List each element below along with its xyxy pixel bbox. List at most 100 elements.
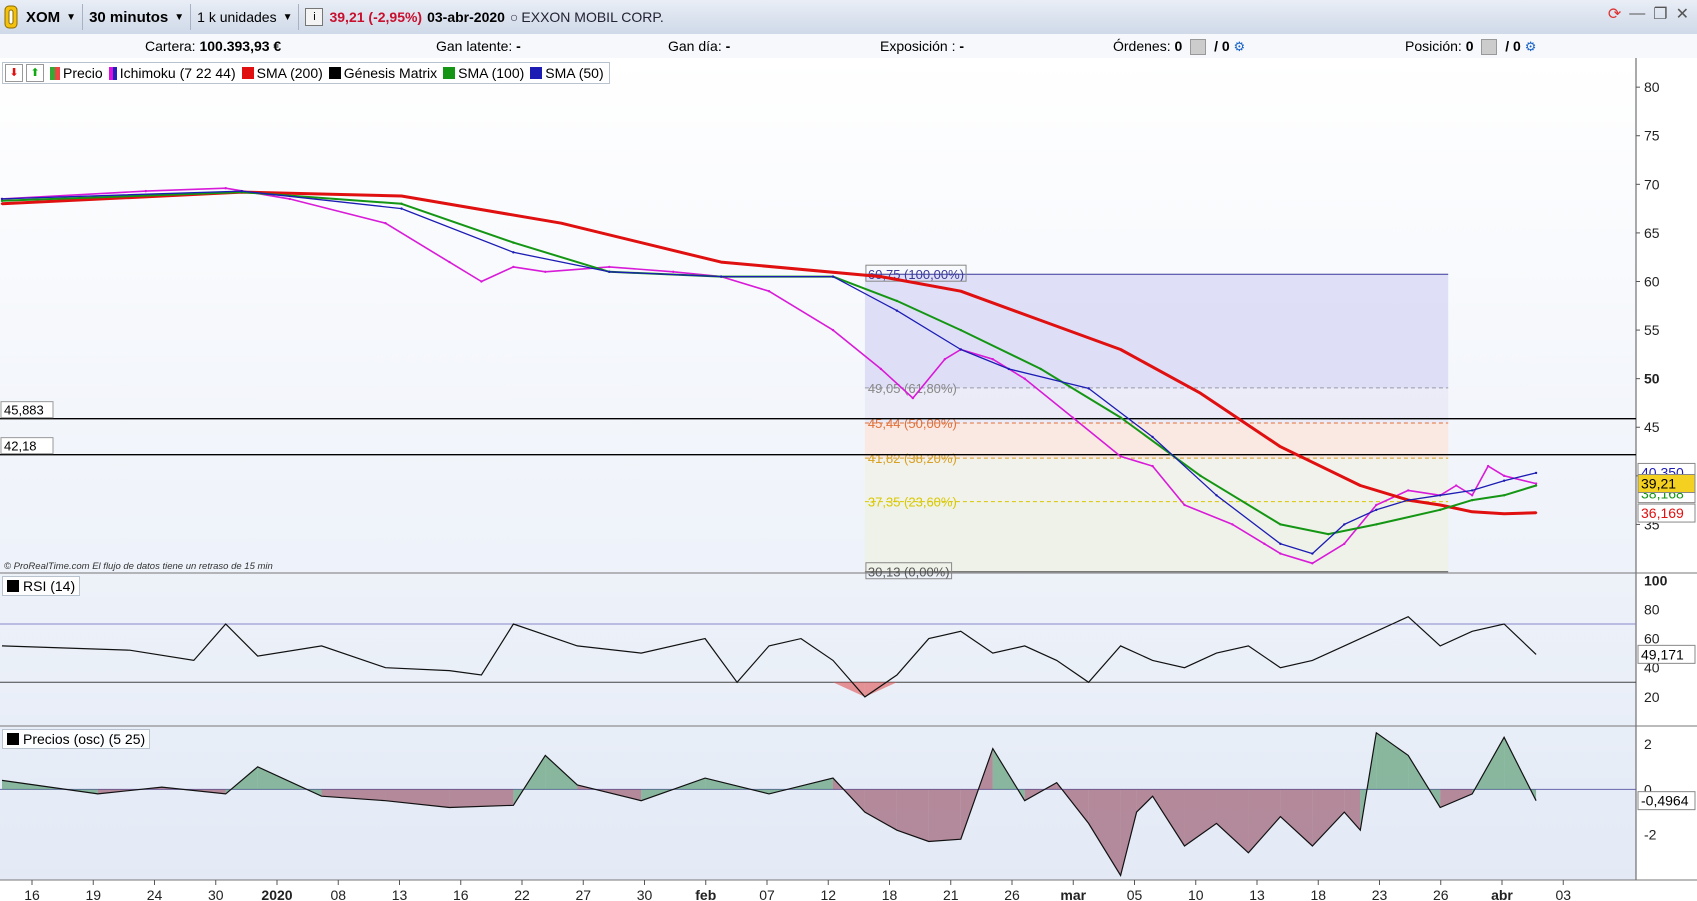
fib-zone: [864, 501, 1449, 572]
osc-legend: Precios (osc) (5 25): [2, 729, 151, 749]
rsi-tick-label: 80: [1644, 601, 1660, 617]
cancel-orders-icon[interactable]: [1190, 39, 1207, 56]
main-legend: ⬇ ⬆ Precio Ichimoku (7 22 44) SMA (200) …: [2, 62, 610, 84]
data-point: [448, 260, 451, 264]
cartera-field: Cartera: 100.393,93 €: [145, 38, 282, 54]
x-tick-label: mar: [1060, 887, 1086, 901]
data-point: [1502, 494, 1506, 497]
data-point: [240, 189, 243, 193]
units-selector[interactable]: 1 k unidades ▼: [191, 4, 300, 30]
x-tick-label: 18: [882, 887, 898, 901]
fib-level-label: 37,35 (23,60%): [868, 495, 957, 510]
fib-level-label: 60,75 (100,00%): [868, 267, 964, 282]
data-point: [608, 270, 611, 273]
legend-genesis[interactable]: Génesis Matrix: [344, 65, 437, 81]
x-tick-label: 27: [575, 887, 591, 901]
genesis-swatch: [328, 67, 341, 79]
legend-sma200[interactable]: SMA (200): [257, 65, 323, 81]
restore-icon[interactable]: ❐: [1653, 4, 1667, 24]
x-tick-label: 18: [1310, 887, 1326, 901]
rsi-legend: RSI (14): [2, 576, 81, 596]
sma200-swatch: [241, 67, 254, 79]
data-point: [1534, 511, 1538, 514]
close-position-icon[interactable]: [1481, 39, 1498, 56]
ichimoku-swatch: [108, 66, 117, 80]
posicion-field: Posición: 0 / 0 ⚙: [1405, 38, 1537, 56]
hline-label: 45,883: [4, 403, 44, 418]
x-tick-label: 16: [453, 887, 469, 901]
gan-dia-field: Gan día: -: [668, 38, 731, 54]
timeframe-label: 30 minutos: [89, 8, 169, 26]
data-point: [1279, 445, 1282, 448]
x-tick-label: 08: [330, 887, 346, 901]
timeframe-selector[interactable]: 30 minutos ▼: [83, 4, 192, 30]
sma200-tag: 36,169: [1641, 505, 1684, 521]
data-point: [767, 290, 771, 293]
data-point: [895, 299, 899, 303]
gear-icon[interactable]: ⚙: [1525, 39, 1537, 54]
legend-ichimoku[interactable]: Ichimoku (7 22 44): [120, 65, 236, 81]
data-point: [1119, 348, 1122, 351]
arrow-up-icon[interactable]: ⬆: [26, 64, 44, 82]
data-point: [1375, 508, 1378, 512]
x-tick-label: 22: [514, 887, 530, 901]
x-tick-label: feb: [695, 887, 716, 901]
data-point: [1470, 489, 1474, 492]
fib-level-label: 41,82 (38,20%): [868, 451, 957, 466]
refresh-icon[interactable]: ⟳: [1608, 4, 1621, 24]
gear-icon[interactable]: ⚙: [1234, 39, 1246, 54]
quote-date: 03-abr-2020: [427, 9, 505, 25]
data-point: [1375, 523, 1378, 526]
fib-level-label: 49,05 (61,80%): [868, 381, 957, 396]
data-point: [1439, 503, 1442, 507]
data-point: [1119, 416, 1122, 419]
minimize-icon[interactable]: —: [1629, 5, 1645, 23]
data-point: [959, 348, 962, 351]
data-point: [959, 328, 962, 332]
price-chart-area[interactable]: 60,75 (100,00%)49,05 (61,80%)45,44 (50,0…: [0, 58, 1697, 901]
legend-osc[interactable]: Precios (osc) (5 25): [23, 731, 145, 747]
units-label: 1 k unidades: [197, 9, 277, 25]
legend-rsi[interactable]: RSI (14): [23, 578, 75, 594]
data-point: [1359, 484, 1362, 487]
price-change: 39,21 (-2,95%): [329, 9, 423, 25]
fibonacci-retracement[interactable]: 60,75 (100,00%)49,05 (61,80%)45,44 (50,0…: [864, 264, 1449, 580]
data-point: [512, 251, 515, 254]
info-icon[interactable]: i: [305, 8, 324, 26]
data-point: [1439, 508, 1442, 512]
legend-precio[interactable]: Precio: [63, 65, 103, 81]
data-point: [991, 358, 994, 361]
arrow-down-icon[interactable]: ⬇: [5, 64, 23, 82]
account-summary-bar: Cartera: 100.393,93 € Gan latente: - Gan…: [0, 34, 1697, 59]
x-tick-label: 13: [1249, 887, 1265, 901]
data-point: [1486, 464, 1490, 468]
chain-link-icon[interactable]: [2, 4, 20, 30]
data-point: [959, 290, 962, 293]
fib-level-label: 30,13 (0,00%): [868, 565, 950, 580]
x-tick-label: 13: [392, 887, 408, 901]
y-tick-label: 70: [1644, 176, 1660, 192]
legend-sma50[interactable]: SMA (50): [545, 65, 603, 81]
ticker-selector[interactable]: XOM ▼: [20, 4, 84, 30]
data-point: [400, 194, 403, 198]
watermark-text: © ProRealTime.com El flujo de datos tien…: [4, 561, 273, 572]
x-tick-label: 26: [1433, 887, 1449, 901]
data-point: [288, 197, 291, 201]
data-point: [1231, 523, 1234, 526]
data-point: [1502, 474, 1506, 478]
x-tick-label: 2020: [261, 887, 292, 901]
data-point: [512, 241, 515, 244]
legend-sma100[interactable]: SMA (100): [458, 65, 524, 81]
data-point: [1071, 416, 1074, 419]
chart-toolbar: XOM ▼ 30 minutos ▼ 1 k unidades ▼ i 39,2…: [0, 0, 1697, 35]
osc-tick-label: -2: [1644, 827, 1657, 843]
close-icon[interactable]: ✕: [1676, 4, 1689, 24]
osc-swatch: [7, 733, 19, 745]
company-name: EXXON MOBIL CORP.: [521, 9, 664, 25]
data-point: [0, 197, 4, 201]
prorealtime-window: XOM ▼ 30 minutos ▼ 1 k unidades ▼ i 39,2…: [0, 0, 1697, 901]
data-point: [608, 265, 611, 269]
rsi-tick-label: 60: [1644, 631, 1660, 647]
rsi-tick-label: 20: [1644, 689, 1660, 705]
ordenes-field: Órdenes: 0 / 0 ⚙: [1113, 38, 1246, 56]
